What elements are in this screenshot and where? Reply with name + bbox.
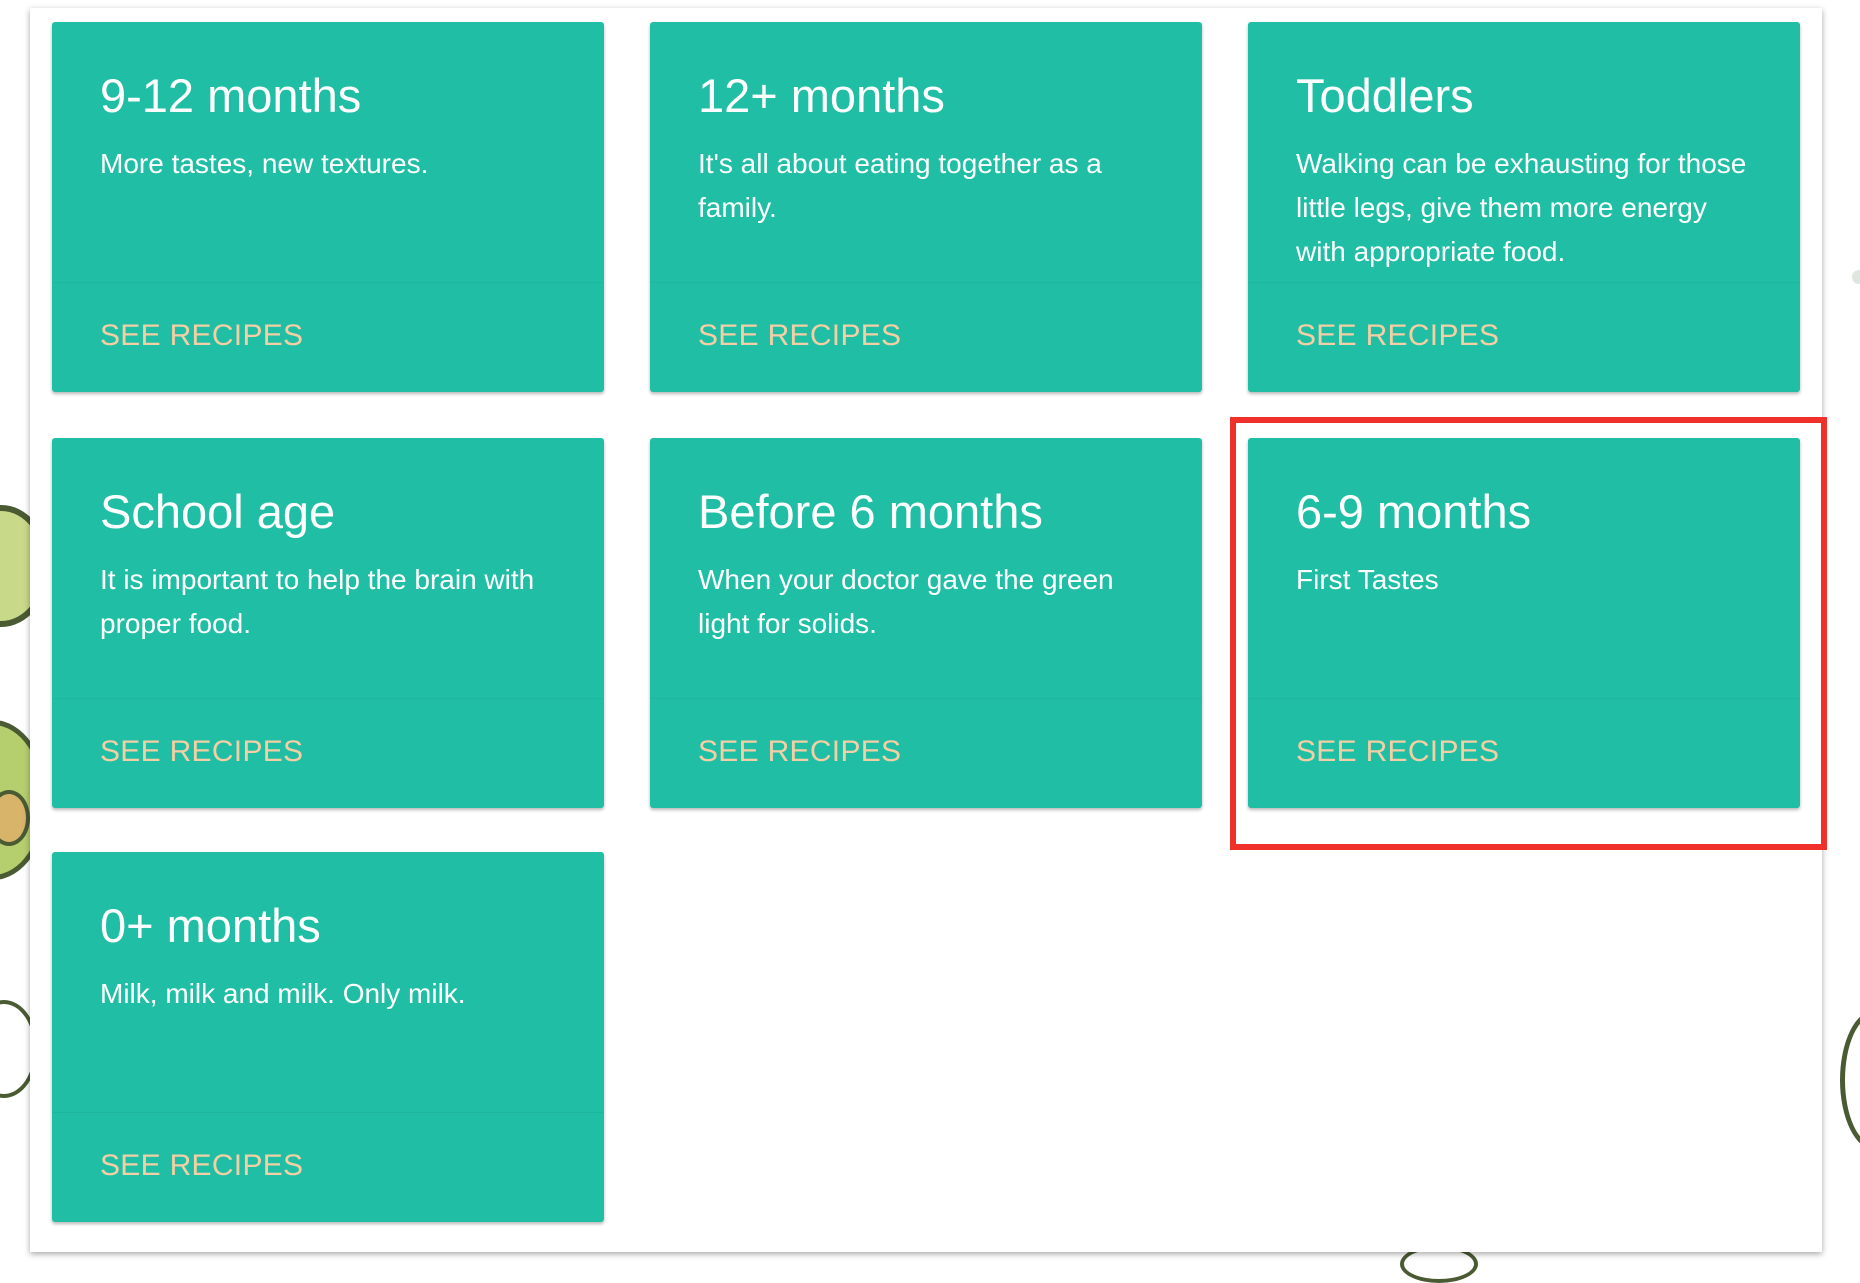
card-action: SEE RECIPES (1248, 282, 1800, 392)
card-content: Before 6 months When your doctor gave th… (650, 438, 1202, 698)
card-action: SEE RECIPES (1248, 698, 1800, 808)
card-action: SEE RECIPES (52, 1112, 604, 1222)
card-description: More tastes, new textures. (100, 148, 429, 179)
see-recipes-link[interactable]: SEE RECIPES (100, 1149, 303, 1182)
card-content: 12+ months It's all about eating togethe… (650, 22, 1202, 282)
card-content: Toddlers Walking can be exhausting for t… (1248, 22, 1800, 282)
card-action: SEE RECIPES (650, 282, 1202, 392)
card-description: It's all about eating together as a fami… (698, 148, 1102, 223)
see-recipes-link[interactable]: SEE RECIPES (100, 735, 303, 768)
see-recipes-link[interactable]: SEE RECIPES (100, 319, 303, 352)
age-card-school-age: School age It is important to help the b… (52, 438, 604, 808)
age-card-12-plus-months: 12+ months It's all about eating togethe… (650, 22, 1202, 392)
age-card-6-9-months: 6-9 months First Tastes SEE RECIPES (1248, 438, 1800, 808)
card-description: First Tastes (1296, 564, 1439, 595)
card-description: Walking can be exhausting for those litt… (1296, 148, 1747, 267)
card-title: Before 6 months (698, 485, 1043, 538)
card-action: SEE RECIPES (52, 698, 604, 808)
card-content: 0+ months Milk, milk and milk. Only milk… (52, 852, 604, 1112)
decorative-dot (1852, 270, 1860, 284)
see-recipes-link[interactable]: SEE RECIPES (1296, 735, 1499, 768)
see-recipes-link[interactable]: SEE RECIPES (1296, 319, 1499, 352)
card-description: It is important to help the brain with p… (100, 564, 535, 639)
age-card-0-plus-months: 0+ months Milk, milk and milk. Only milk… (52, 852, 604, 1222)
card-content: 9-12 months More tastes, new textures. (52, 22, 604, 282)
age-card-9-12-months: 9-12 months More tastes, new textures. S… (52, 22, 604, 392)
avocado-illustration (1840, 1010, 1860, 1150)
card-description: Milk, milk and milk. Only milk. (100, 978, 466, 1009)
age-category-panel: 9-12 months More tastes, new textures. S… (30, 8, 1822, 1252)
card-title: Toddlers (1296, 69, 1474, 122)
see-recipes-link[interactable]: SEE RECIPES (698, 735, 901, 768)
card-description: When your doctor gave the green light fo… (698, 564, 1114, 639)
card-title: 6-9 months (1296, 485, 1532, 538)
card-title: 9-12 months (100, 69, 362, 122)
card-action: SEE RECIPES (52, 282, 604, 392)
card-action: SEE RECIPES (650, 698, 1202, 808)
age-card-toddlers: Toddlers Walking can be exhausting for t… (1248, 22, 1800, 392)
card-content: 6-9 months First Tastes (1248, 438, 1800, 698)
card-title: 0+ months (100, 899, 321, 952)
see-recipes-link[interactable]: SEE RECIPES (698, 319, 901, 352)
card-title: School age (100, 485, 336, 538)
card-title: 12+ months (698, 69, 945, 122)
age-card-before-6-months: Before 6 months When your doctor gave th… (650, 438, 1202, 808)
card-content: School age It is important to help the b… (52, 438, 604, 698)
